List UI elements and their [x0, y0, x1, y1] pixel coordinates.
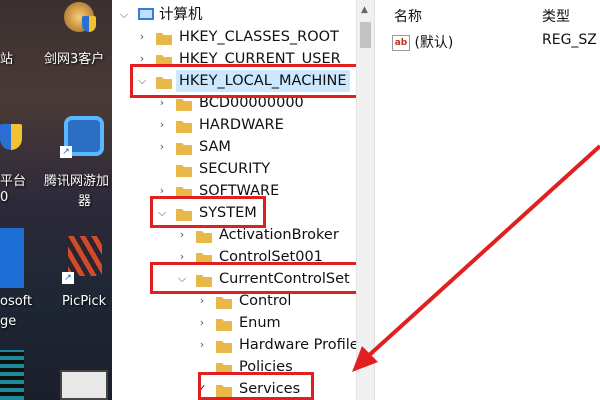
desktop-label: PicPick — [62, 294, 107, 309]
highlight-box — [130, 64, 368, 98]
picpick-icon[interactable]: ↗ — [62, 232, 106, 284]
desktop-label: osoft — [0, 294, 33, 309]
tree-item-label: HKEY_CLASSES_ROOT — [179, 29, 339, 45]
tree-item[interactable]: › HKEY_CLASSES_ROOT — [112, 26, 352, 48]
desktop-label: 0 — [0, 190, 9, 205]
computer-icon — [138, 8, 154, 20]
desktop-app-icon[interactable] — [0, 350, 24, 400]
string-value-icon: ab — [392, 35, 410, 51]
tree-item[interactable]: › HARDWARE — [112, 114, 352, 136]
chevron-right-icon[interactable]: › — [196, 312, 208, 334]
desktop-label: 平台 — [0, 174, 27, 189]
folder-icon — [196, 228, 212, 243]
shortcut-arrow-icon: ↗ — [62, 272, 74, 284]
column-header-name[interactable]: 名称 — [394, 6, 422, 26]
desktop-app-icon[interactable] — [0, 228, 24, 288]
tree-item-label: Hardware Profiles — [239, 337, 356, 353]
folder-icon — [176, 162, 192, 177]
chevron-down-icon[interactable]: ⌵ — [118, 4, 130, 26]
tree-scrollbar[interactable]: ▲ — [356, 0, 374, 400]
value-row[interactable]: ab (默认) REG_SZ — [392, 32, 598, 52]
desktop-label: 器 — [78, 194, 92, 209]
desktop-label: 腾讯网游加 — [44, 174, 110, 189]
folder-icon — [176, 118, 192, 133]
tree-item[interactable]: › Hardware Profiles — [112, 334, 356, 356]
uac-shield-icon — [82, 16, 96, 32]
folder-icon — [216, 338, 232, 353]
highlight-box — [198, 372, 314, 400]
folder-icon — [176, 140, 192, 155]
desktop-label: ge — [0, 314, 17, 329]
chevron-right-icon[interactable]: › — [156, 136, 168, 158]
value-type: REG_SZ — [542, 32, 597, 48]
folder-icon — [176, 96, 192, 111]
desktop-label: 站 — [0, 52, 14, 67]
desktop-label: 剑网3客户 — [44, 52, 105, 67]
value-name: (默认) — [414, 35, 454, 51]
uac-shield-icon — [0, 124, 22, 150]
tree-root-label: 计算机 — [159, 7, 203, 23]
scrollbar-thumb[interactable] — [360, 22, 371, 48]
tree-item-label: HARDWARE — [199, 117, 284, 133]
tree-item[interactable]: › Enum — [112, 312, 356, 334]
desktop-app-icon[interactable] — [0, 118, 30, 158]
folder-icon — [216, 316, 232, 331]
shortcut-arrow-icon: ↗ — [60, 146, 72, 158]
tree-item[interactable]: SECURITY — [112, 158, 352, 180]
tree-item-label: Enum — [239, 315, 281, 331]
scroll-up-icon[interactable]: ▲ — [361, 5, 368, 15]
tree-item-label: SECURITY — [199, 161, 271, 177]
chevron-right-icon[interactable]: › — [156, 114, 168, 136]
tree-root[interactable]: ⌵ 计算机 — [112, 4, 352, 26]
chevron-right-icon[interactable]: › — [136, 26, 148, 48]
registry-editor-window: ⌵ 计算机 › HKEY_CLASSES_ROOT › HKEY_CURRENT… — [112, 0, 600, 400]
desktop-background: 站 剑网3客户 ↗ 平台 0 腾讯网游加 器 ↗ osoft ge PicPic… — [0, 0, 112, 400]
chevron-right-icon[interactable]: › — [196, 334, 208, 356]
registry-tree[interactable]: ⌵ 计算机 › HKEY_CLASSES_ROOT › HKEY_CURRENT… — [112, 0, 374, 400]
values-list[interactable]: 名称 类型 ab (默认) REG_SZ — [388, 0, 600, 400]
highlight-box — [150, 196, 266, 228]
highlight-box — [150, 262, 374, 294]
tree-item-label: SAM — [199, 139, 231, 155]
column-header-type[interactable]: 类型 — [542, 6, 570, 26]
pane-splitter[interactable] — [374, 0, 389, 400]
game-launcher-icon[interactable]: ↗ — [60, 112, 108, 162]
folder-icon — [156, 30, 172, 45]
desktop-app-icon[interactable] — [60, 370, 108, 400]
tree-item[interactable]: › SAM — [112, 136, 352, 158]
desktop-app-icon[interactable] — [60, 0, 100, 36]
folder-icon — [216, 294, 232, 309]
